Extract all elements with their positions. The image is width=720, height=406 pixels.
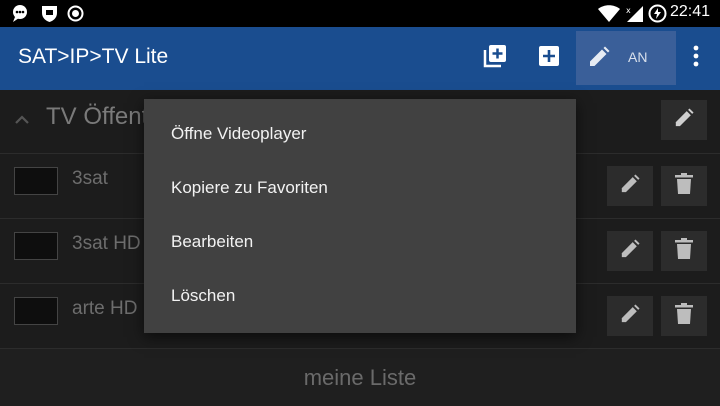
trash-icon xyxy=(675,303,693,329)
context-menu: Öffne Videoplayer Kopiere zu Favoriten B… xyxy=(144,99,576,333)
delete-channel-button[interactable] xyxy=(661,231,707,271)
edit-channel-button[interactable] xyxy=(607,296,653,336)
battery-charging-icon xyxy=(648,4,667,23)
menu-item-label: Kopiere zu Favoriten xyxy=(171,178,328,197)
edit-group-button[interactable] xyxy=(661,100,707,140)
channel-name: 3sat xyxy=(72,168,108,189)
menu-item-copy-to-favorites[interactable]: Kopiere zu Favoriten xyxy=(144,162,576,216)
menu-item-label: Löschen xyxy=(171,286,236,305)
wifi-icon xyxy=(598,4,620,23)
chevron-up-icon xyxy=(14,112,30,130)
add-button[interactable] xyxy=(525,27,573,90)
cell-signal-icon: x xyxy=(624,4,644,23)
trash-icon xyxy=(675,173,693,199)
edit-icon xyxy=(674,107,694,133)
delete-channel-button[interactable] xyxy=(661,166,707,206)
record-notification-icon xyxy=(66,4,85,23)
edit-icon xyxy=(620,303,640,329)
delete-channel-button[interactable] xyxy=(661,296,707,336)
svg-text:x: x xyxy=(626,6,631,15)
channel-thumbnail xyxy=(14,297,58,325)
shield-notification-icon xyxy=(40,4,59,23)
menu-item-open-videoplayer[interactable]: Öffne Videoplayer xyxy=(144,108,576,162)
app-title: SAT>IP>TV Lite xyxy=(18,45,169,68)
trash-icon xyxy=(675,238,693,264)
add-box-icon xyxy=(538,45,560,72)
group-title: TV Öffent xyxy=(46,103,149,130)
clock: 22:41 xyxy=(669,3,710,20)
add-multiple-icon xyxy=(482,43,508,74)
menu-item-label: Bearbeiten xyxy=(171,232,254,251)
chat-notification-icon xyxy=(11,4,30,23)
channel-name: 3sat HD xyxy=(72,233,141,254)
menu-item-delete[interactable]: Löschen xyxy=(144,270,576,324)
menu-item-label: Öffne Videoplayer xyxy=(171,124,307,143)
menu-item-edit[interactable]: Bearbeiten xyxy=(144,216,576,270)
edit-icon xyxy=(620,238,640,264)
overflow-menu-button[interactable] xyxy=(676,27,716,90)
edit-channel-button[interactable] xyxy=(607,166,653,206)
edit-mode-toggle[interactable]: AN xyxy=(576,31,676,85)
edit-channel-button[interactable] xyxy=(607,231,653,271)
bottom-tab-bar[interactable]: meine Liste xyxy=(0,348,720,406)
channel-thumbnail xyxy=(14,167,58,195)
edit-icon xyxy=(588,46,610,73)
edit-icon xyxy=(620,173,640,199)
add-multiple-button[interactable] xyxy=(470,27,520,90)
status-bar: x 22:41 xyxy=(0,0,720,27)
channel-thumbnail xyxy=(14,232,58,260)
overflow-menu-icon xyxy=(693,45,699,72)
my-list-label: meine Liste xyxy=(303,365,417,390)
channel-name: arte HD xyxy=(72,298,138,319)
toggle-label: AN xyxy=(628,49,648,65)
